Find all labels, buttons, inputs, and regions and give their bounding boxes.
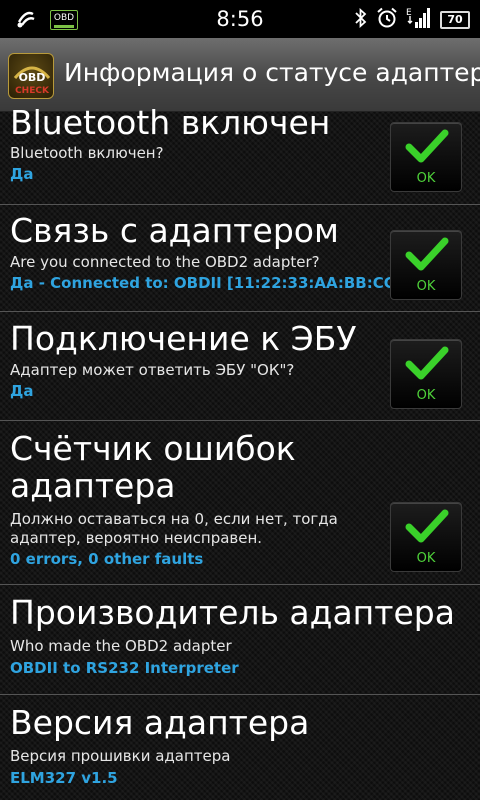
item-title-line1: Счётчик ошибок — [10, 429, 296, 468]
signal-icon: E — [406, 6, 432, 34]
svg-text:OBD: OBD — [19, 71, 46, 84]
divider — [0, 694, 480, 695]
item-title: Версия адаптера — [10, 703, 310, 742]
divider — [0, 420, 480, 421]
divider — [0, 584, 480, 585]
bluetooth-icon — [354, 6, 368, 34]
list-item-adapter-manufacturer[interactable]: Производитель адаптера Who made the OBD2… — [0, 594, 480, 678]
checkmark-icon — [405, 129, 449, 163]
ok-badge: OK — [390, 502, 462, 572]
item-title-line2: адаптера — [10, 466, 176, 505]
checkmark-icon — [405, 237, 449, 271]
battery-icon: 70 — [440, 11, 470, 29]
status-bar: OBD 8:56 E 70 — [0, 0, 480, 38]
ok-label: OK — [416, 171, 436, 186]
svg-text:CHECK: CHECK — [15, 86, 50, 96]
item-subtitle: Версия прошивки адаптера — [10, 747, 231, 765]
ok-label: OK — [416, 388, 436, 403]
divider — [0, 204, 480, 205]
app-logo[interactable]: OBD CHECK — [8, 53, 54, 99]
divider — [0, 311, 480, 312]
action-bar: OBD CHECK Информация о статусе адаптера — [0, 38, 480, 112]
page-title: Информация о статусе адаптера — [64, 58, 480, 87]
ok-badge: OK — [390, 339, 462, 409]
item-value: ELM327 v1.5 — [10, 769, 118, 787]
svg-text:E: E — [406, 8, 412, 18]
ok-badge: OK — [390, 122, 462, 192]
screen: OBD 8:56 E 70 OBD CHECK Информация о ста… — [0, 0, 480, 800]
item-value: OBDII to RS232 Interpreter — [10, 659, 239, 677]
ok-badge: OK — [390, 230, 462, 300]
item-subtitle: Who made the OBD2 adapter — [10, 637, 232, 655]
ok-label: OK — [416, 551, 436, 566]
list-item-adapter-version[interactable]: Версия адаптера Версия прошивки адаптера… — [0, 704, 480, 788]
checkmark-icon — [405, 346, 449, 380]
item-title: Производитель адаптера — [10, 593, 455, 632]
alarm-icon — [376, 7, 398, 33]
ok-label: OK — [416, 279, 436, 294]
checkmark-icon — [405, 509, 449, 543]
